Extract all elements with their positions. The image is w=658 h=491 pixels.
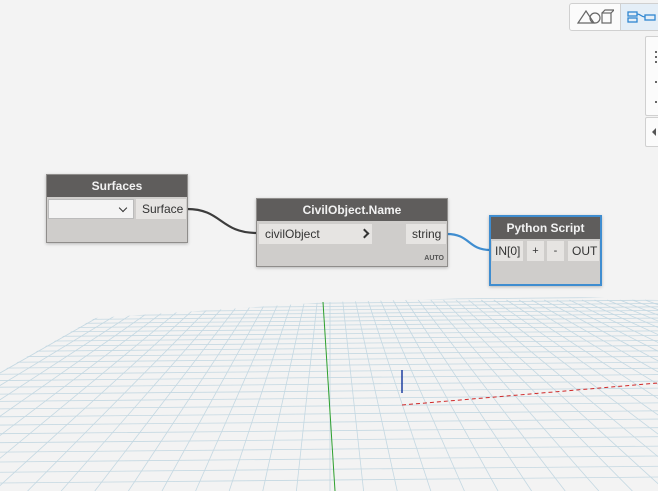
add-input-button[interactable]: + xyxy=(527,241,544,261)
civilobject-name-node[interactable]: CivilObject.Name civilObject string AUTO xyxy=(256,198,448,267)
remove-input-button[interactable]: - xyxy=(547,241,564,261)
geometry-shapes-icon xyxy=(576,9,614,24)
input-port-in0[interactable]: IN[0] xyxy=(492,241,523,261)
graph-nodes-icon xyxy=(627,11,656,23)
port-label: IN[0] xyxy=(495,244,521,258)
chevron-right-icon[interactable] xyxy=(359,228,370,239)
chevron-down-icon xyxy=(118,203,128,213)
graph-view-button[interactable] xyxy=(621,4,658,30)
output-port-surface[interactable]: Surface xyxy=(136,199,186,219)
node-title: CivilObject.Name xyxy=(257,199,447,221)
view-toggle xyxy=(569,3,658,31)
port-label: string xyxy=(412,227,442,241)
lacing-label: AUTO xyxy=(424,255,444,262)
panel-collapse-tab[interactable] xyxy=(645,117,658,147)
python-script-node[interactable]: Python Script IN[0] + - OUT xyxy=(489,215,602,286)
axis-z-line xyxy=(322,301,336,491)
node-title: Python Script xyxy=(491,217,600,239)
workspace-canvas[interactable]: Surfaces Surface CivilObject.Name civilO… xyxy=(0,0,658,491)
chevron-left-icon xyxy=(652,128,656,136)
input-port-civilobject[interactable]: civilObject xyxy=(259,224,372,244)
port-label: Surface xyxy=(142,202,184,216)
port-label: OUT xyxy=(572,244,598,258)
surfaces-dropdown[interactable] xyxy=(48,199,134,219)
node-title: Surfaces xyxy=(47,175,187,197)
geometry-view-button[interactable] xyxy=(570,4,621,30)
surfaces-node[interactable]: Surfaces Surface xyxy=(46,174,188,243)
output-port-string[interactable]: string xyxy=(406,224,446,244)
output-port-out[interactable]: OUT xyxy=(568,241,599,261)
zoom-toolbar[interactable] xyxy=(645,36,658,116)
port-label: civilObject xyxy=(265,227,320,241)
